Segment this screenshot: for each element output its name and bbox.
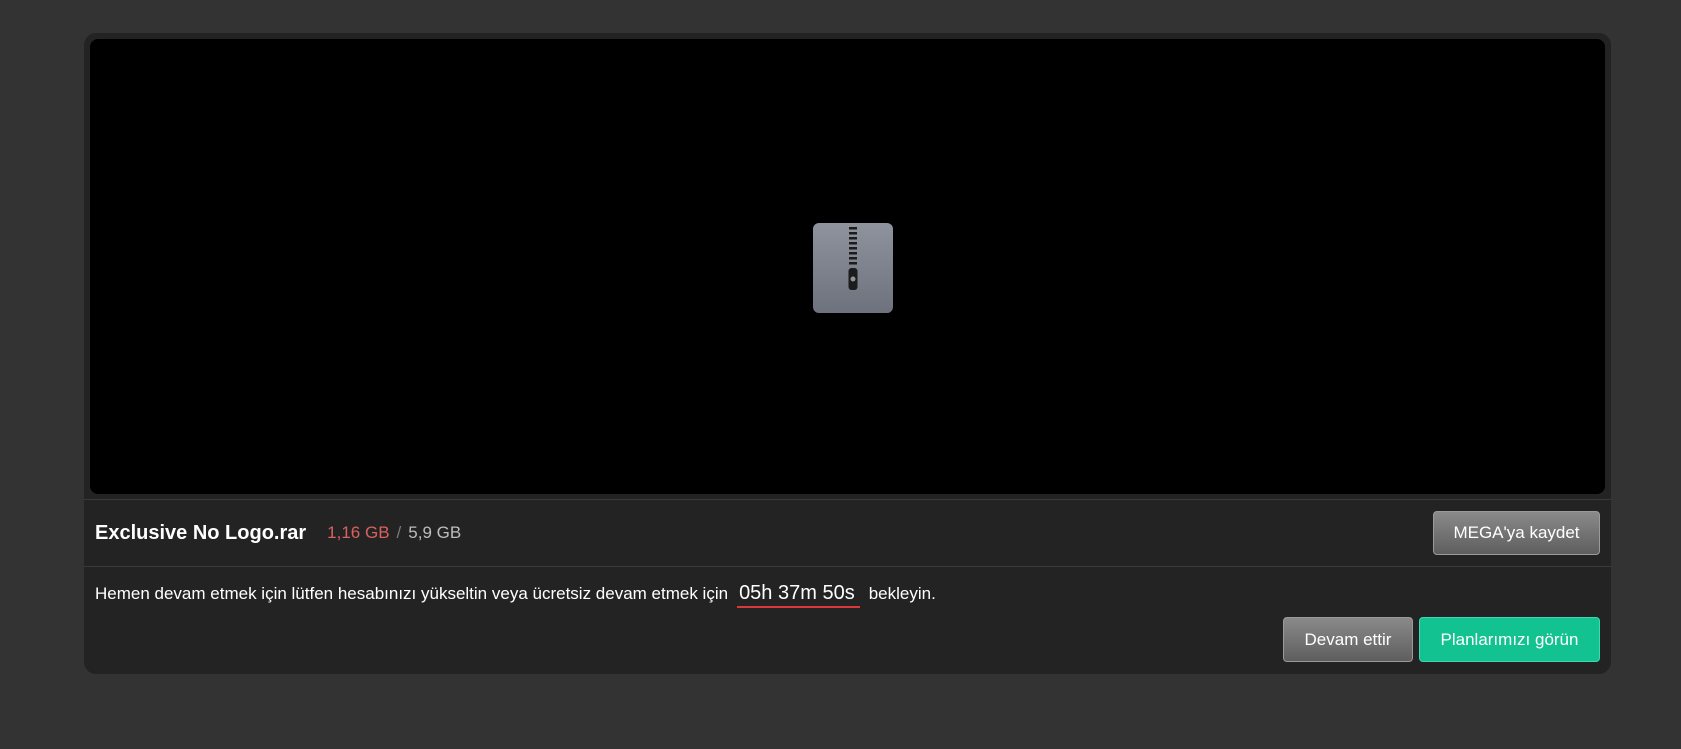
total-size: 5,9 GB [408,523,462,542]
size-separator: / [396,523,402,542]
message-suffix: bekleyin. [868,584,936,603]
limit-message: Hemen devam etmek için lütfen hesabınızı… [95,579,936,609]
downloaded-size: 1,16 GB [327,523,390,542]
file-info: Exclusive No Logo.rar 1,16 GB / 5,9 GB [95,511,461,555]
divider [84,499,1611,500]
message-text: Hemen devam etmek için lütfen hesabınızı… [95,584,729,603]
divider [84,566,1611,567]
zip-archive-icon [813,223,893,313]
download-card: Exclusive No Logo.rar 1,16 GB / 5,9 GB M… [84,33,1611,674]
save-to-mega-button[interactable]: MEGA'ya kaydet [1433,511,1600,555]
file-name: Exclusive No Logo.rar [95,521,307,544]
countdown-timer: 05h 37m 50s [737,581,860,608]
continue-button[interactable]: Devam ettir [1283,617,1413,662]
view-plans-button[interactable]: Planlarımızı görün [1419,617,1600,662]
file-preview [90,39,1605,494]
